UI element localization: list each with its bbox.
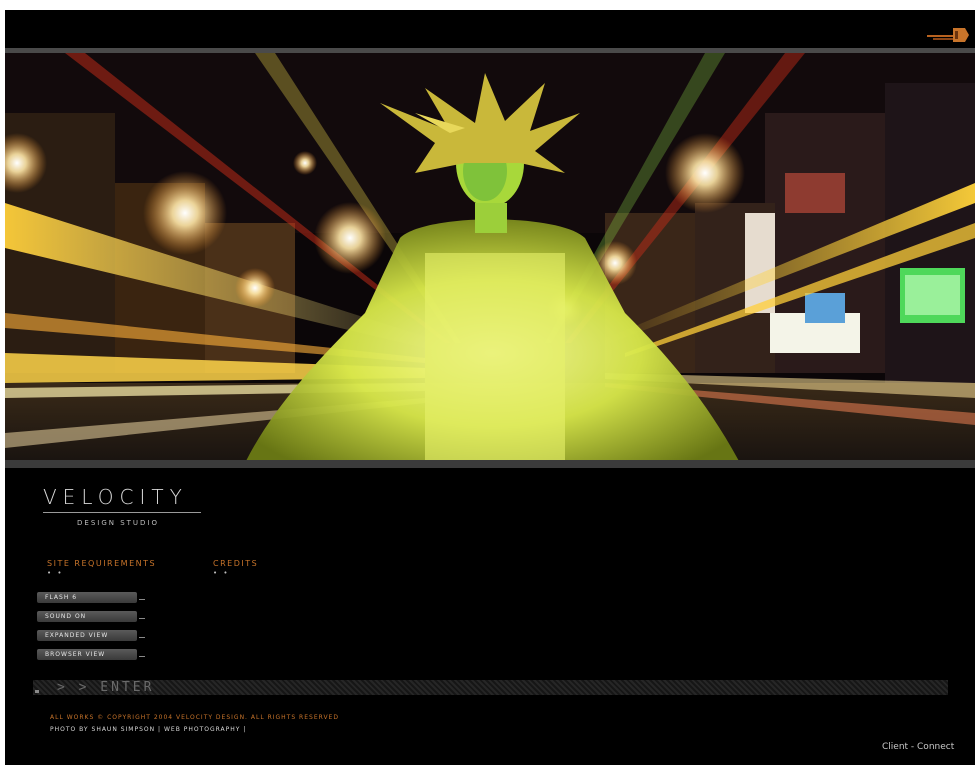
option-flash-button[interactable]: FLASH 6 [37,592,145,603]
photo-credit-link[interactable]: WEB PHOTOGRAPHY [164,726,240,733]
enter-button[interactable]: > > ENTER [33,680,948,695]
brand-subtitle: DESIGN STUDIO [77,519,160,527]
velocity-corner-mark-icon[interactable] [927,26,971,44]
hero-bottom-divider [5,460,975,468]
credits-dots: • • [213,569,230,577]
photo-credit-prefix: PHOTO BY SHAUN SIMPSON | [50,726,162,733]
photo-credit: PHOTO BY SHAUN SIMPSON | WEB PHOTOGRAPHY… [50,726,246,733]
option-expanded-view-button[interactable]: EXPANDED VIEW [37,630,145,641]
brand-logo: VELOCITY DESIGN STUDIO [43,486,213,527]
credits-link[interactable]: CREDITS [213,559,258,568]
site-requirements-link[interactable]: SITE REQUIREMENTS [47,559,156,568]
option-browser-view-button[interactable]: BROWSER VIEW [37,649,145,660]
client-connect-link[interactable]: Client - Connect [882,742,954,752]
photo-credit-suffix: | [243,726,247,733]
copyright-text: ALL WORKS © COPYRIGHT 2004 VELOCITY DESI… [50,714,339,721]
hero-photo [5,53,975,460]
option-sound-button[interactable]: SOUND ON [37,611,145,622]
page-frame: VELOCITY DESIGN STUDIO SITE REQUIREMENTS… [5,10,975,765]
site-requirements-dots: • • [47,569,64,577]
enter-label: > > ENTER [57,680,155,695]
enter-marker-icon [35,690,39,693]
brand-title: VELOCITY [43,486,201,513]
